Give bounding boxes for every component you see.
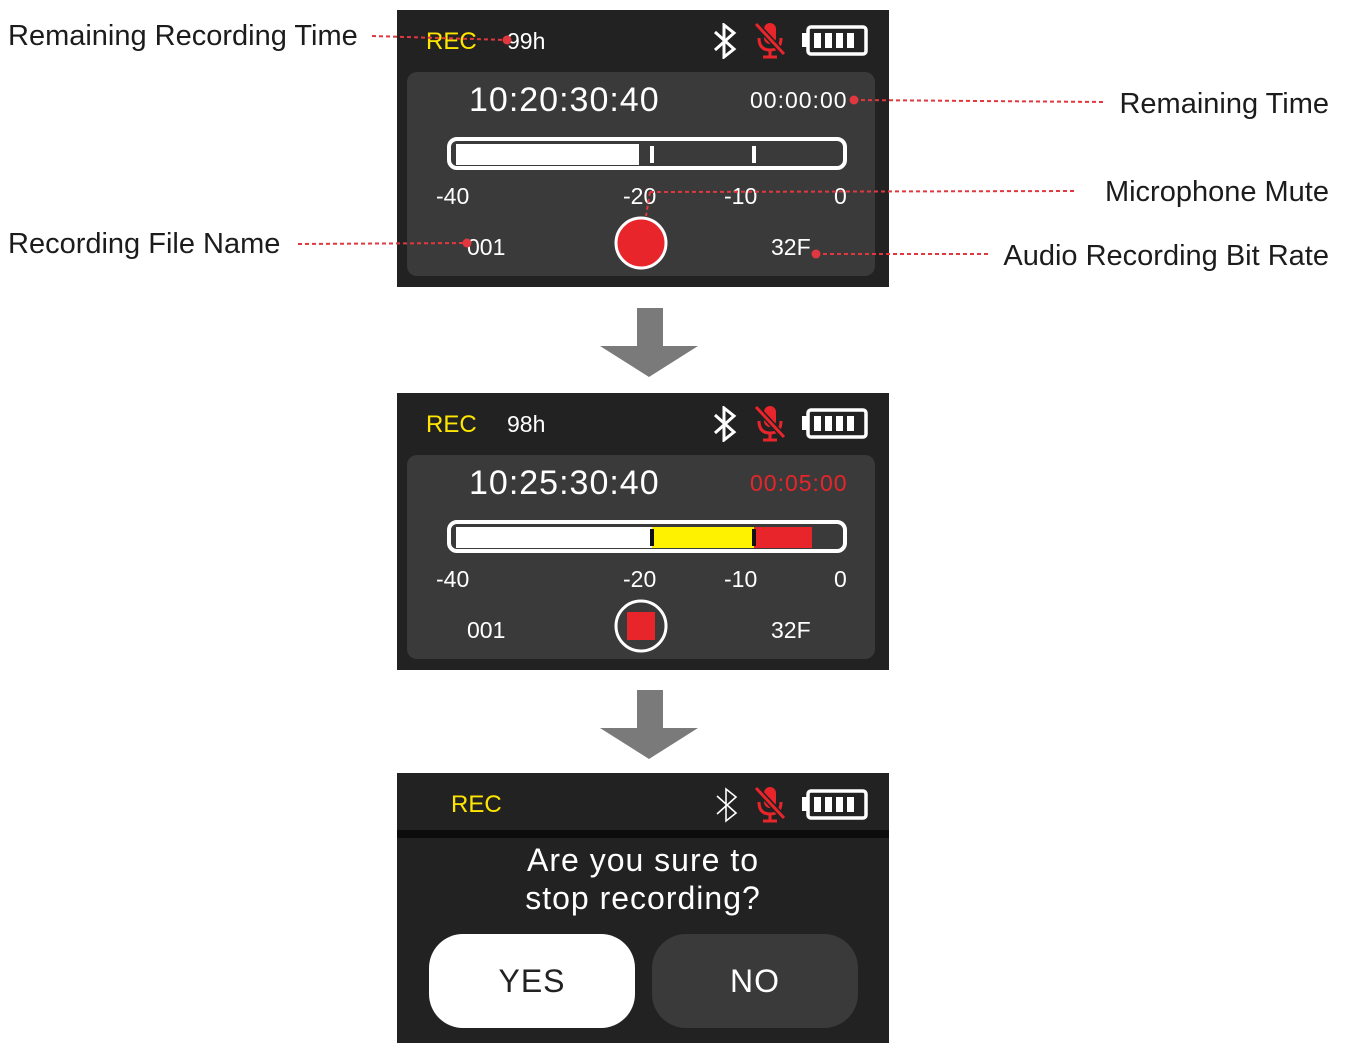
recording-panel: 10:20:30:40 00:00:00 -40 -20 -10 0 001 3…	[407, 72, 875, 276]
level-meter	[447, 520, 847, 553]
recording-screen-1: REC 99h 10:20:30:40 00:00:00 -40 -20 -10…	[397, 10, 889, 287]
microphone-mute-icon	[753, 404, 787, 442]
callout-microphone-mute: Microphone Mute	[1104, 176, 1329, 208]
dialog-question-line-1: Are you sure to	[527, 842, 759, 878]
scale-label: 0	[834, 183, 847, 209]
battery-icon	[802, 408, 868, 439]
file-name: 001	[467, 617, 506, 643]
meter-fill-red	[754, 527, 812, 548]
bluetooth-icon	[713, 406, 737, 442]
no-button[interactable]: NO	[652, 934, 858, 1028]
rec-label: REC	[451, 791, 502, 818]
callout-remaining-recording-time: Remaining Recording Time	[8, 20, 358, 52]
callout-recording-file-name: Recording File Name	[8, 228, 281, 260]
scale-label: 0	[834, 566, 847, 592]
scale-label: -40	[436, 183, 470, 209]
scale-label: -10	[724, 183, 758, 209]
header-divider	[397, 830, 889, 838]
meter-tick	[752, 146, 756, 163]
remaining-recording-hours: 98h	[507, 411, 546, 437]
stop-button-icon[interactable]	[613, 598, 669, 654]
meter-tick	[650, 529, 654, 546]
leader-remaining-time	[853, 99, 1105, 103]
battery-icon	[802, 25, 868, 56]
battery-icon	[802, 789, 868, 820]
meter-fill-white	[456, 527, 652, 548]
remaining-time-display: 00:05:00	[750, 470, 848, 496]
remaining-time-display: 00:00:00	[750, 87, 848, 113]
scale-label: -40	[436, 566, 470, 592]
record-button-icon[interactable]	[613, 215, 669, 271]
stop-confirmation-screen: REC Are you sure to stop recording? YES …	[397, 773, 889, 1043]
yes-button[interactable]: YES	[429, 934, 635, 1028]
microphone-mute-icon	[753, 21, 787, 59]
meter-fill-white	[456, 144, 639, 165]
yes-button-label: YES	[498, 962, 566, 999]
bluetooth-icon	[716, 787, 738, 823]
timecode-display: 10:20:30:40	[469, 81, 660, 119]
scale-label: -10	[724, 566, 758, 592]
rec-label: REC	[426, 28, 477, 55]
bit-rate: 32F	[771, 234, 811, 260]
callout-audio-recording-bit-rate: Audio Recording Bit Rate	[1003, 240, 1329, 272]
bit-rate: 32F	[771, 617, 811, 643]
meter-tick	[650, 146, 654, 163]
level-meter	[447, 137, 847, 170]
file-name: 001	[467, 234, 506, 260]
timecode-display: 10:25:30:40	[469, 464, 660, 502]
microphone-mute-icon	[753, 785, 787, 823]
meter-fill-yellow	[652, 527, 754, 548]
bluetooth-icon	[713, 23, 737, 59]
down-arrow-icon	[600, 690, 698, 759]
scale-label: -20	[623, 183, 657, 209]
recording-panel: 10:25:30:40 00:05:00 -40 -20 -10 0 001 3…	[407, 455, 875, 659]
callout-remaining-time: Remaining Time	[1119, 88, 1329, 120]
remaining-recording-hours: 99h	[507, 28, 546, 54]
recording-screen-2: REC 98h 10:25:30:40 00:05:00 -40 -20 -10	[397, 393, 889, 670]
meter-tick	[752, 529, 756, 546]
scale-label: -20	[623, 566, 657, 592]
rec-label: REC	[426, 411, 477, 438]
down-arrow-icon	[600, 308, 698, 377]
no-button-label: NO	[730, 962, 780, 999]
dialog-question-line-2: stop recording?	[525, 880, 761, 916]
